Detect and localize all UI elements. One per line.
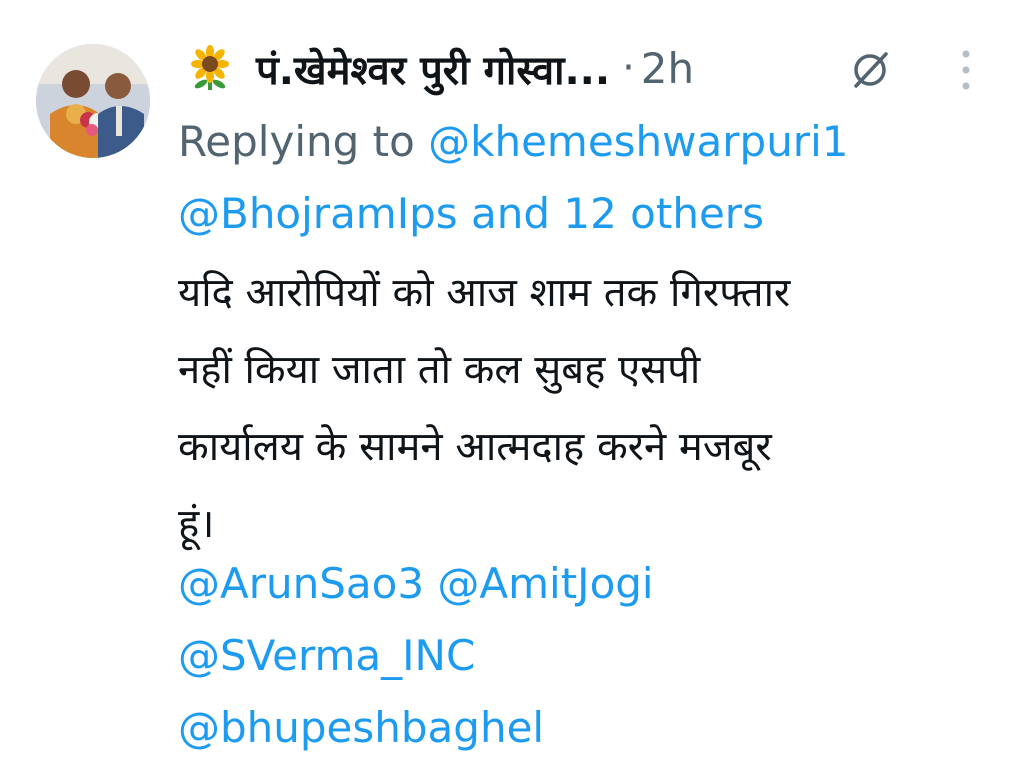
grok-slash-icon[interactable]: [848, 48, 892, 92]
tweet-text-line: यदि आरोपियों को आज शाम तक गिरफ्तार: [178, 270, 791, 316]
tweet-text-line: कार्यालय के सामने आत्मदाह करने मजबूर: [178, 424, 772, 470]
avatar-photo: [36, 44, 150, 158]
tweet-text-line: नहीं किया जाता तो कल सुबह एसपी: [178, 347, 701, 393]
more-vertical-icon[interactable]: [952, 44, 980, 96]
mention-link[interactable]: @BhojramIps: [178, 189, 458, 238]
separator-dot: ·: [622, 45, 635, 91]
timestamp[interactable]: 2h: [641, 44, 694, 93]
tagged-mentions: @ArunSao3 @AmitJogi @SVerma_INC @bhupesh…: [178, 548, 1008, 760]
tweet-card[interactable]: पं.खेमेश्वर पुरी गोस्वा... · 2h Replying…: [0, 0, 1024, 760]
sunflower-icon: [191, 45, 229, 90]
mention-link[interactable]: @SVerma_INC: [178, 620, 1008, 692]
reply-context: Replying to @khemeshwarpuri1 @BhojramIps…: [178, 106, 1008, 250]
others-link[interactable]: and 12 others: [471, 189, 764, 238]
tweet-text: यदि आरोपियों को आज शाम तक गिरफ्तार नहीं …: [178, 255, 998, 563]
mention-link[interactable]: @ArunSao3 @AmitJogi: [178, 548, 1008, 620]
tweet-header: पं.खेमेश्वर पुरी गोस्वा... · 2h: [186, 30, 694, 106]
mention-link[interactable]: @bhupeshbaghel: [178, 692, 1008, 760]
avatar[interactable]: [36, 44, 150, 158]
mention-link[interactable]: @khemeshwarpuri1: [428, 117, 848, 166]
replying-to-label: Replying to: [178, 117, 429, 166]
author-name[interactable]: पं.खेमेश्वर पुरी गोस्वा...: [256, 41, 610, 96]
